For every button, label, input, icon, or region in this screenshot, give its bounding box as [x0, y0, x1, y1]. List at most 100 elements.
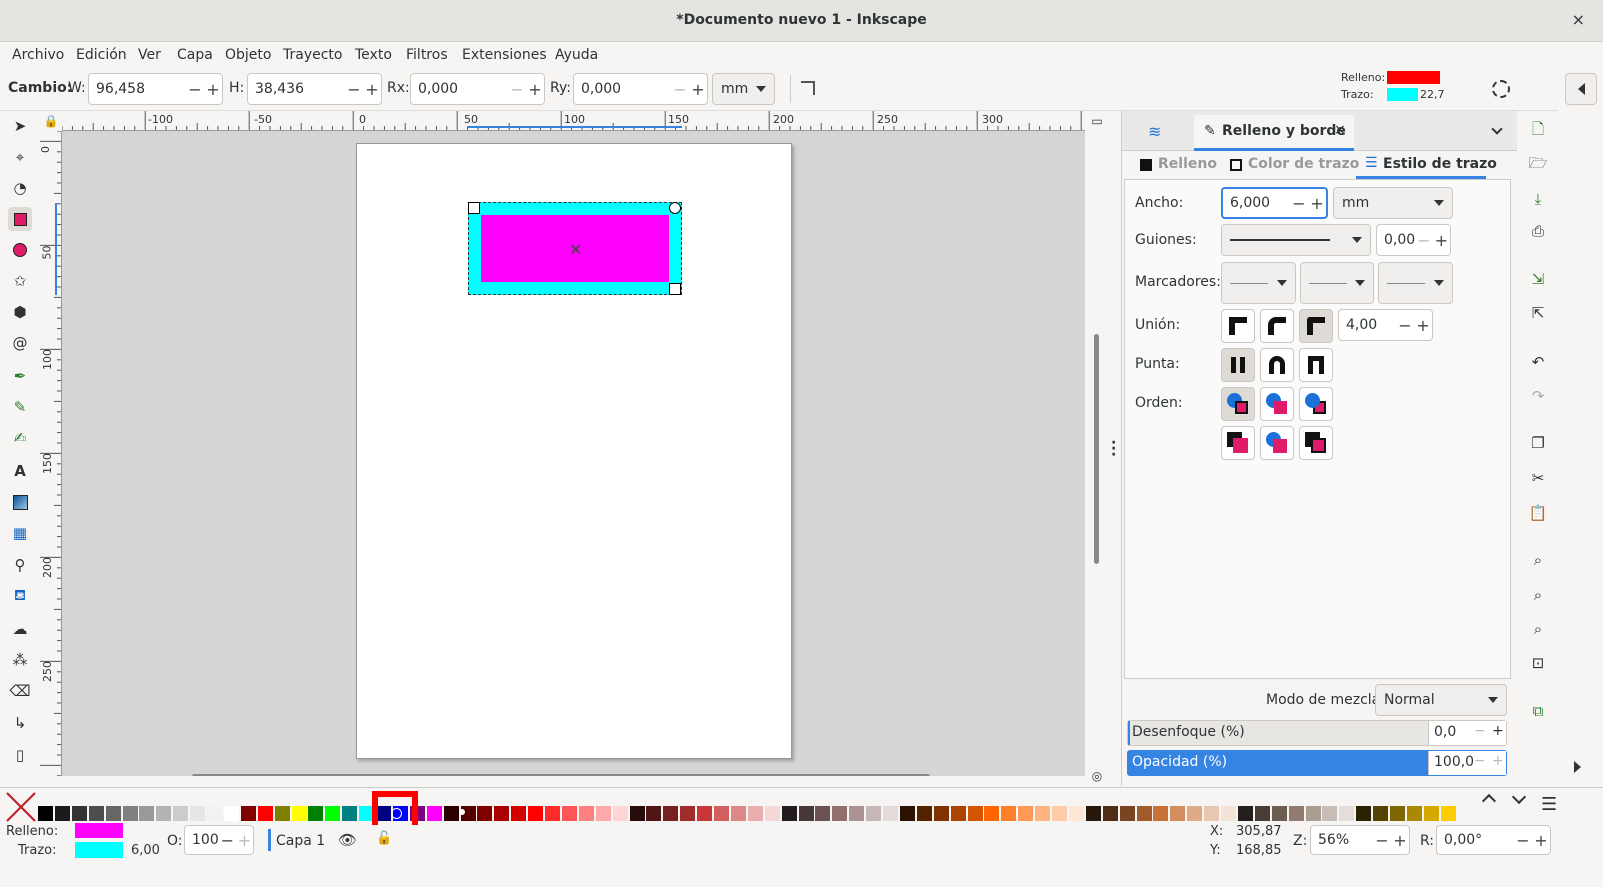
palette-swatch[interactable] — [950, 806, 966, 821]
palette-swatch[interactable] — [781, 806, 797, 821]
zoom-selection-icon[interactable]: ⌕ — [1526, 548, 1550, 572]
ry-value[interactable]: 0,000 — [574, 81, 671, 97]
stroke-unit-dropdown[interactable]: mm — [1333, 187, 1453, 219]
shape-builder-icon[interactable]: ◔ — [8, 176, 32, 200]
palette-swatch[interactable] — [1221, 806, 1236, 821]
subtab-stroke-style[interactable]: Estilo de trazo — [1383, 156, 1497, 172]
palette-swatch[interactable] — [714, 806, 729, 821]
palette-swatch[interactable] — [663, 806, 679, 821]
palette-swatch[interactable] — [916, 806, 932, 821]
mesh-tool-icon[interactable]: ▦ — [8, 521, 32, 545]
layers-icon[interactable]: ≋ — [1148, 122, 1161, 141]
palette-swatch[interactable] — [629, 806, 645, 821]
blur-value[interactable]: 0,0 — [1434, 724, 1456, 740]
palette-swatch[interactable] — [71, 806, 87, 821]
pages-tool-icon[interactable]: ▯ — [8, 743, 32, 767]
plus-icon[interactable]: + — [236, 831, 253, 850]
order-markers-fill-stroke-button[interactable] — [1221, 426, 1255, 460]
dash-offset-value[interactable]: 0,00 — [1377, 232, 1415, 248]
stroke-width-spinbox[interactable]: 6,000 − + — [1221, 187, 1328, 219]
plus-icon[interactable]: + — [1391, 831, 1409, 850]
minus-icon[interactable]: − — [1290, 194, 1308, 213]
palette-swatch[interactable] — [1423, 806, 1439, 821]
palette-swatch[interactable] — [511, 806, 527, 821]
palette-swatch[interactable] — [1254, 806, 1270, 821]
palette-swatch[interactable] — [1390, 806, 1405, 821]
palette-swatch[interactable] — [747, 806, 763, 821]
palette-swatch[interactable] — [1288, 806, 1304, 821]
redo-icon[interactable]: ↷ — [1526, 384, 1550, 408]
palette-swatch[interactable] — [443, 806, 459, 821]
cut-icon[interactable]: ✂ — [1526, 466, 1550, 490]
resize-handle[interactable] — [669, 283, 681, 295]
palette-swatch[interactable] — [1356, 806, 1372, 821]
palette-swatch[interactable] — [139, 806, 155, 821]
palette-swatch[interactable] — [223, 806, 239, 821]
paste-icon[interactable]: 📋 — [1526, 501, 1550, 525]
copy-icon[interactable]: ❐ — [1526, 431, 1550, 455]
palette-swatch[interactable] — [1237, 806, 1253, 821]
plus-icon[interactable]: + — [1492, 723, 1504, 739]
menu-trayecto[interactable]: Trayecto — [283, 47, 342, 63]
menu-texto[interactable]: Texto — [355, 47, 392, 63]
chevron-down-icon[interactable] — [1511, 789, 1527, 805]
order-normal-button[interactable] — [1221, 387, 1255, 421]
menu-ver[interactable]: Ver — [138, 47, 161, 63]
minus-icon[interactable]: − — [1415, 231, 1432, 250]
minus-icon[interactable]: − — [508, 80, 526, 99]
tweak-tool-icon[interactable]: ☁ — [8, 617, 32, 641]
blur-slider[interactable]: Desenfoque (%) 0,0 − + — [1127, 720, 1507, 746]
pen-tool-icon[interactable]: ✒ — [8, 364, 32, 388]
plus-icon[interactable]: + — [1414, 316, 1432, 335]
dash-offset-spinbox[interactable]: 0,00 − + — [1376, 224, 1451, 256]
lock-icon[interactable]: 🔓 — [376, 831, 392, 846]
rotation-center-icon[interactable]: ✕ — [569, 240, 582, 259]
tab-menu-button[interactable] — [1485, 121, 1509, 141]
pencil-tool-icon[interactable]: ✎ — [8, 395, 32, 419]
palette-swatch[interactable] — [88, 806, 104, 821]
palette-swatch[interactable] — [1119, 806, 1135, 821]
rx-spinbox[interactable]: 0,000 − + — [410, 73, 545, 105]
minus-icon[interactable]: − — [1396, 316, 1414, 335]
rotation-spinbox[interactable]: 0,00° − + — [1436, 825, 1551, 855]
save-icon[interactable]: ⤓ — [1526, 187, 1550, 211]
stroke-width-value[interactable]: 6,000 — [1223, 195, 1290, 211]
palette-swatch[interactable] — [815, 806, 831, 821]
palette-swatch[interactable] — [1406, 806, 1422, 821]
palette-swatch[interactable] — [1204, 806, 1220, 821]
export-icon[interactable]: ⇱ — [1526, 301, 1550, 325]
cap-square-button[interactable] — [1299, 348, 1333, 382]
menu-filtros[interactable]: Filtros — [406, 47, 448, 63]
star-tool-icon[interactable]: ✩ — [8, 269, 32, 293]
cap-round-button[interactable] — [1260, 348, 1294, 382]
order-fill-markers-stroke-button[interactable] — [1299, 387, 1333, 421]
palette-swatch[interactable] — [190, 806, 206, 821]
palette-swatch[interactable] — [578, 806, 594, 821]
palette-swatch[interactable] — [866, 806, 882, 821]
close-icon[interactable]: × — [1572, 10, 1585, 29]
unit-dropdown[interactable]: mm — [712, 73, 775, 105]
plus-icon[interactable]: + — [1492, 753, 1504, 769]
palette-swatch[interactable] — [342, 806, 358, 821]
palette-swatch[interactable] — [730, 806, 746, 821]
palette-swatch[interactable] — [38, 806, 53, 821]
palette-swatch[interactable] — [1373, 806, 1389, 821]
minus-icon[interactable]: − — [345, 80, 363, 99]
palette-swatch[interactable] — [545, 806, 560, 821]
palette-swatch[interactable] — [156, 806, 172, 821]
rotation-value[interactable]: 0,00° — [1437, 832, 1514, 848]
palette-swatch[interactable] — [1001, 806, 1017, 821]
palette-swatch[interactable] — [291, 806, 307, 821]
palette-swatch[interactable] — [984, 806, 1000, 821]
height-value[interactable]: 38,436 — [248, 81, 345, 97]
subtab-stroke-color[interactable]: Color de trazo — [1248, 156, 1359, 172]
zoom-value[interactable]: 56% — [1311, 832, 1373, 848]
palette-swatch[interactable] — [1440, 806, 1456, 821]
palette-swatch[interactable] — [764, 806, 780, 821]
minus-icon[interactable]: − — [1474, 723, 1486, 739]
plus-icon[interactable]: + — [526, 80, 544, 99]
order-stroke-markers-fill-button[interactable] — [1260, 426, 1294, 460]
minus-icon[interactable]: − — [1373, 831, 1391, 850]
join-round-button[interactable] — [1260, 309, 1294, 343]
menu-edicion[interactable]: Edición — [76, 47, 127, 63]
